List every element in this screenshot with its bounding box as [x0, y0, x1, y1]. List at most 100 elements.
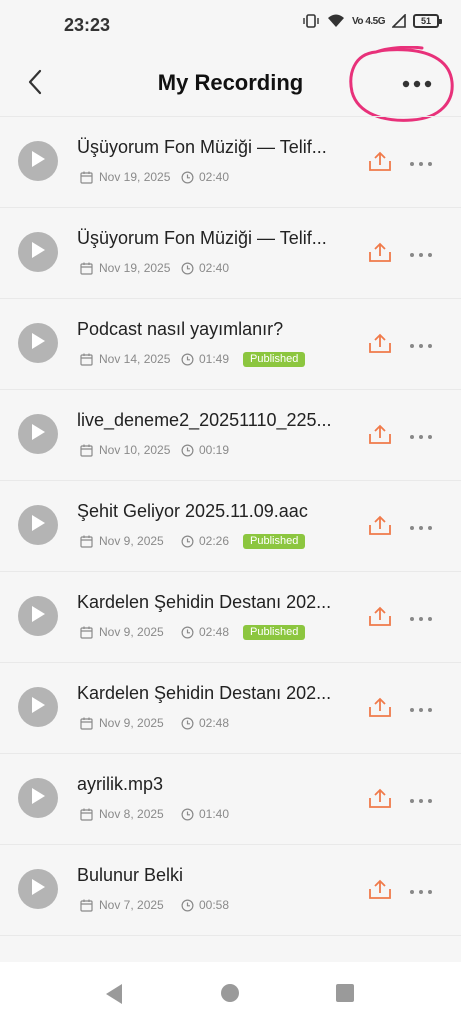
upload-button[interactable]	[367, 242, 393, 266]
recording-meta: Nov 19, 2025 02:40	[80, 169, 229, 185]
upload-button[interactable]	[367, 515, 393, 539]
published-badge: Published	[243, 351, 306, 367]
list-item[interactable]: Üşüyorum Fon Müziği — Telif... Nov 19, 2…	[0, 116, 461, 208]
network-label: Vo 4.5G	[352, 15, 386, 27]
page-title: My Recording	[157, 70, 304, 95]
upload-icon	[368, 787, 392, 814]
nav-back-icon[interactable]	[104, 983, 124, 1010]
play-icon	[30, 514, 46, 537]
clock-icon	[181, 170, 194, 184]
play-icon	[30, 605, 46, 628]
recording-date: Nov 9, 2025	[99, 534, 164, 548]
clock-icon	[181, 534, 194, 548]
recording-duration: 00:58	[199, 898, 230, 912]
recording-list: Üşüyorum Fon Müziği — Telif... Nov 19, 2…	[0, 116, 461, 936]
published-badge: Published	[243, 624, 306, 640]
play-button[interactable]	[18, 687, 58, 727]
calendar-icon	[80, 353, 93, 366]
calendar-icon	[80, 262, 93, 275]
recording-title: ayrilik.mp3	[77, 774, 164, 794]
list-item[interactable]: Kardelen Şehidin Destanı 202... Nov 9, 2…	[0, 572, 461, 663]
play-icon	[30, 878, 46, 901]
recording-date: Nov 7, 2025	[99, 898, 164, 912]
play-icon	[30, 423, 46, 446]
play-icon	[30, 150, 46, 173]
play-button[interactable]	[18, 596, 58, 636]
upload-button[interactable]	[367, 879, 393, 903]
clock-icon	[181, 716, 194, 730]
list-item[interactable]: Bulunur Belki Nov 7, 2025 00:58	[0, 845, 461, 936]
recording-duration: 02:48	[199, 625, 230, 639]
play-button[interactable]	[18, 505, 58, 545]
list-item[interactable]: ayrilik.mp3 Nov 8, 2025 01:40	[0, 754, 461, 845]
clock-icon	[181, 352, 194, 366]
row-more-button[interactable]	[408, 430, 434, 442]
recording-date: Nov 14, 2025	[99, 352, 171, 366]
recording-meta: Nov 10, 2025 00:19	[80, 442, 229, 458]
upload-button[interactable]	[367, 606, 393, 630]
more-horizontal-icon	[409, 609, 433, 627]
row-more-button[interactable]	[408, 339, 434, 351]
recording-title: live_deneme2_20251110_225...	[77, 410, 332, 430]
upload-button[interactable]	[367, 424, 393, 448]
recording-title: Üşüyorum Fon Müziği — Telif...	[77, 228, 327, 248]
clock-icon	[181, 898, 194, 912]
more-horizontal-icon	[409, 791, 433, 809]
recording-duration: 02:48	[199, 716, 230, 730]
play-button[interactable]	[18, 414, 58, 454]
row-more-button[interactable]	[408, 794, 434, 806]
battery-level: 51	[420, 16, 431, 26]
list-item[interactable]: Üşüyorum Fon Müziği — Telif... Nov 19, 2…	[0, 208, 461, 299]
upload-button[interactable]	[367, 151, 393, 175]
recording-date: Nov 8, 2025	[99, 807, 164, 821]
more-horizontal-icon	[409, 427, 433, 445]
nav-home-icon[interactable]	[221, 984, 239, 1002]
battery-icon: 51	[413, 14, 442, 28]
recording-meta: Nov 9, 2025 02:48	[80, 715, 229, 731]
recording-title: Kardelen Şehidin Destanı 202...	[77, 592, 332, 612]
play-button[interactable]	[18, 232, 58, 272]
play-button[interactable]	[18, 141, 58, 181]
row-more-button[interactable]	[408, 248, 434, 260]
recording-duration: 01:40	[199, 807, 230, 821]
list-item[interactable]: Şehit Geliyor 2025.11.09.aac Nov 9, 2025…	[0, 481, 461, 572]
app-bar: My Recording	[0, 52, 461, 116]
recording-title: Üşüyorum Fon Müziği — Telif...	[77, 137, 327, 157]
more-horizontal-icon	[409, 154, 433, 172]
recording-duration: 02:40	[199, 261, 230, 275]
row-more-button[interactable]	[408, 157, 434, 169]
recording-meta: Nov 8, 2025 01:40	[80, 806, 229, 822]
list-item[interactable]: Podcast nasıl yayımlanır? Nov 14, 2025 0…	[0, 299, 461, 390]
recording-date: Nov 19, 2025	[99, 261, 171, 275]
upload-button[interactable]	[367, 788, 393, 812]
recording-title: Bulunur Belki	[77, 865, 184, 885]
more-horizontal-icon	[402, 75, 432, 93]
recording-date: Nov 10, 2025	[99, 443, 171, 457]
recording-duration: 02:40	[199, 170, 230, 184]
row-more-button[interactable]	[408, 703, 434, 715]
play-button[interactable]	[18, 778, 58, 818]
clock-icon	[181, 625, 194, 639]
row-more-button[interactable]	[408, 612, 434, 624]
recording-meta: Nov 9, 2025 02:26 Published	[80, 533, 306, 549]
more-horizontal-icon	[409, 336, 433, 354]
upload-icon	[368, 423, 392, 450]
recording-duration: 01:49	[199, 352, 230, 366]
more-horizontal-icon	[409, 882, 433, 900]
recording-title: Kardelen Şehidin Destanı 202...	[77, 683, 332, 703]
upload-icon	[368, 150, 392, 177]
row-more-button[interactable]	[408, 885, 434, 897]
list-item[interactable]: live_deneme2_20251110_225... Nov 10, 202…	[0, 390, 461, 481]
header-more-button[interactable]	[399, 72, 435, 96]
status-icons: Vo 4.5G 51	[302, 14, 442, 28]
clock-icon	[181, 261, 194, 275]
upload-button[interactable]	[367, 697, 393, 721]
row-more-button[interactable]	[408, 521, 434, 533]
nav-recents-icon[interactable]	[336, 984, 354, 1002]
play-button[interactable]	[18, 869, 58, 909]
play-button[interactable]	[18, 323, 58, 363]
upload-icon	[368, 696, 392, 723]
list-item[interactable]: Kardelen Şehidin Destanı 202... Nov 9, 2…	[0, 663, 461, 754]
recording-title: Podcast nasıl yayımlanır?	[77, 319, 284, 339]
upload-button[interactable]	[367, 333, 393, 357]
